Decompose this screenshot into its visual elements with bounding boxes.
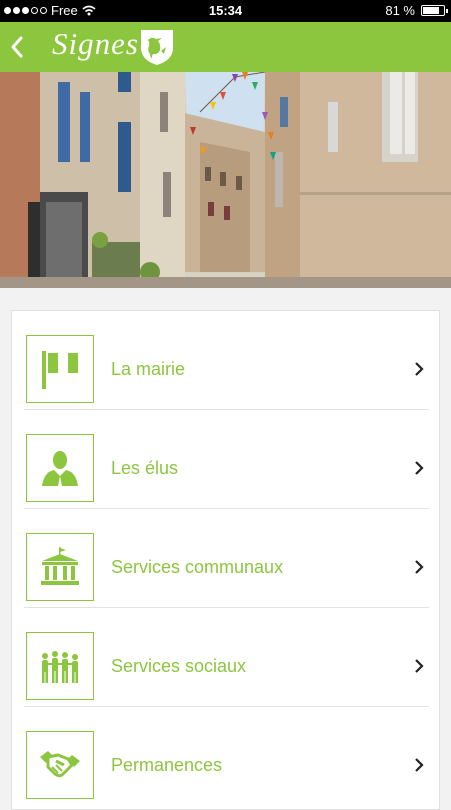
menu-item-label: Les élus: [111, 458, 179, 478]
status-right: 81 %: [385, 3, 448, 18]
menu-item-label: Permanences: [111, 755, 223, 775]
chevron-right-icon: [415, 461, 424, 475]
menu-item-services-sociaux[interactable]: Services sociaux: [24, 608, 429, 707]
app-header: Signes: [0, 22, 451, 72]
menu-item-services-communaux[interactable]: Services communaux: [24, 509, 429, 608]
menu-item-les-elus[interactable]: Les élus: [24, 410, 429, 509]
back-arrow-icon[interactable]: [6, 32, 28, 62]
menu-item-label: Services sociaux: [111, 656, 247, 676]
menu-item-label: Services communaux: [111, 557, 284, 577]
chevron-right-icon: [415, 560, 424, 574]
chevron-right-icon: [415, 758, 424, 772]
handshake-icon: [26, 731, 94, 799]
menu-card: La mairie Les élus Services communaux Se…: [11, 310, 440, 810]
person-icon: [26, 434, 94, 502]
village-street-photo: [0, 72, 451, 288]
status-bar: Free 15:34 81 %: [0, 0, 451, 22]
menu-item-label: La mairie: [111, 359, 186, 379]
chevron-right-icon: [415, 362, 424, 376]
flag-icon: [26, 335, 94, 403]
battery-icon: [421, 5, 448, 16]
townhall-icon: [26, 533, 94, 601]
chevron-right-icon: [415, 659, 424, 673]
menu-item-la-mairie[interactable]: La mairie: [24, 311, 429, 410]
status-time: 15:34: [208, 3, 243, 18]
app-logo-text: Signes: [52, 26, 139, 61]
bird-shield-logo-icon: [141, 30, 173, 65]
people-icon: [26, 632, 94, 700]
menu-item-permanences[interactable]: Permanences: [24, 707, 429, 806]
battery-percent: 81 %: [385, 3, 415, 18]
